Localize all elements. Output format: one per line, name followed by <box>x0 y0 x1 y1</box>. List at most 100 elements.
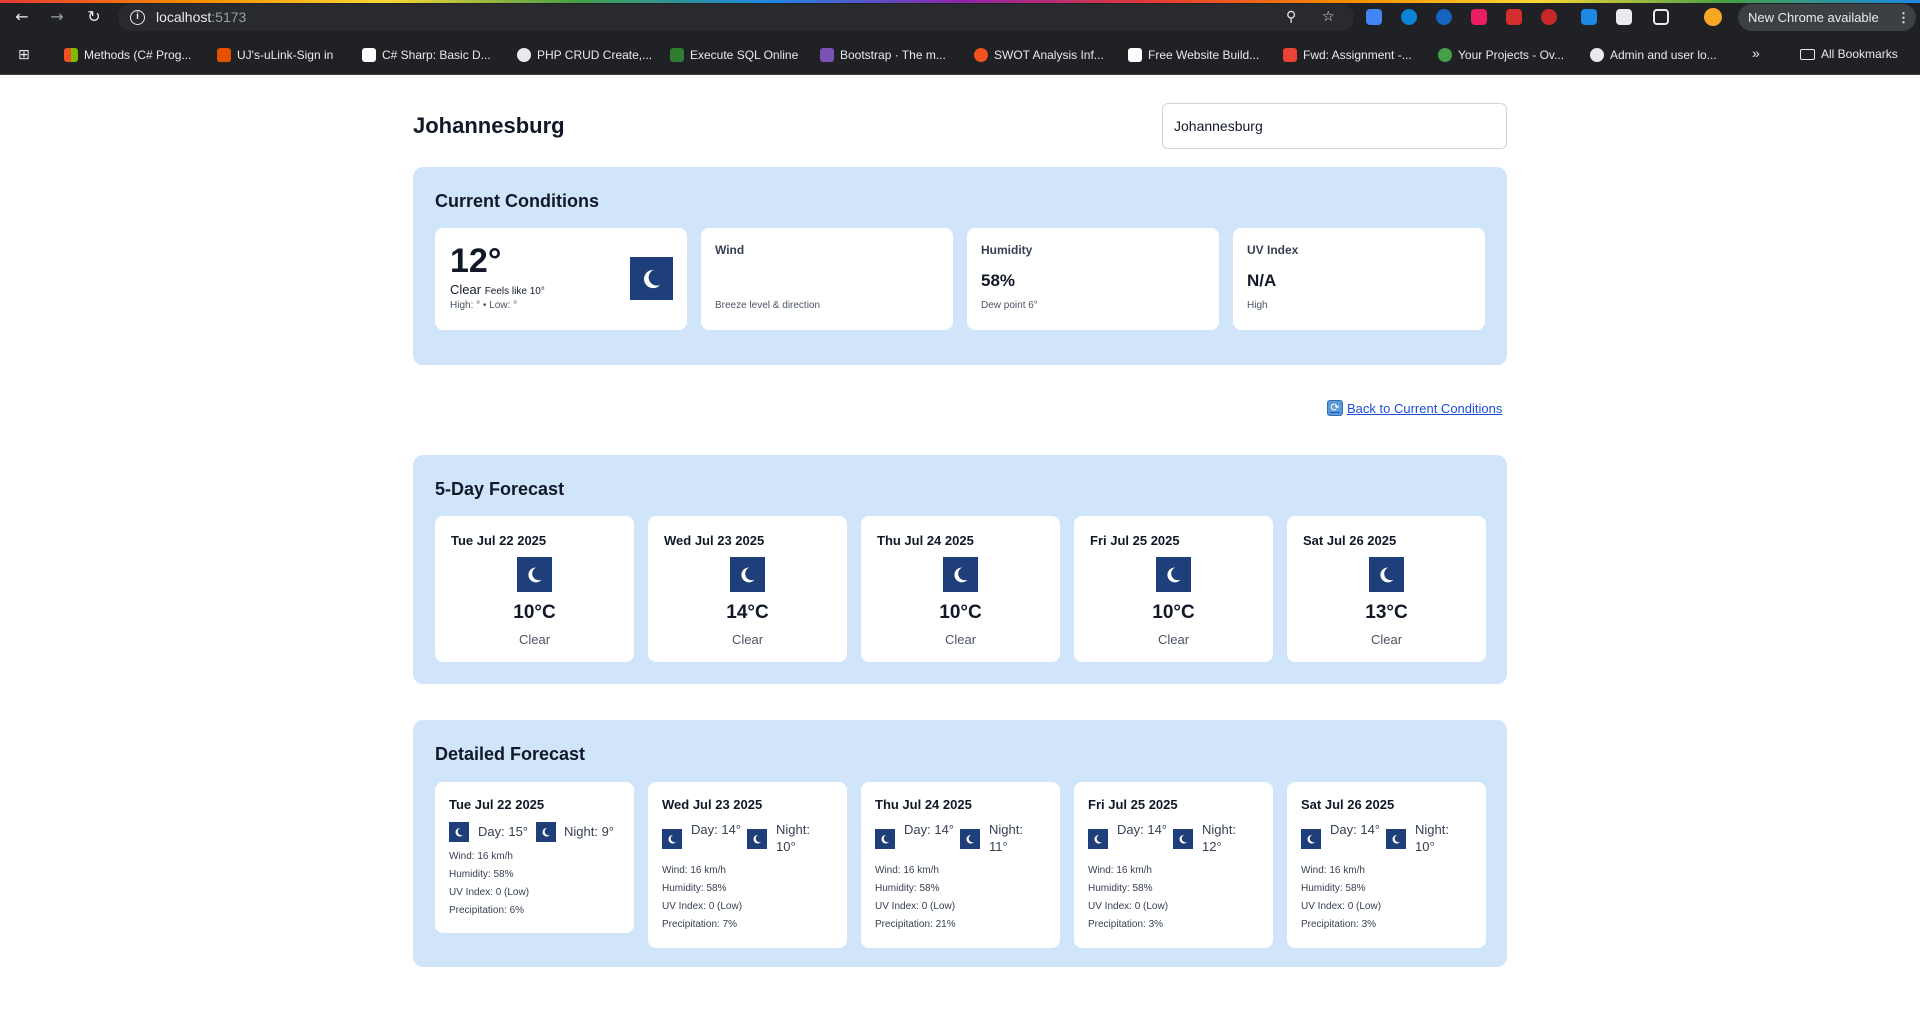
wind-text: Wind: 16 km/h <box>662 865 726 876</box>
precipitation-text: Precipitation: 21% <box>875 919 956 930</box>
humidity-label: Humidity <box>981 243 1033 257</box>
forecast-day-card: Sat Jul 26 2025 13°C Clear <box>1287 516 1486 662</box>
wind-subtext: Breeze level & direction <box>715 300 821 311</box>
forecast-day-card: Fri Jul 25 2025 10°C Clear <box>1074 516 1273 662</box>
forecast-date: Sat Jul 26 2025 <box>1303 533 1397 548</box>
bookmark-favicon-icon <box>1128 48 1142 62</box>
detailed-day-card: Fri Jul 25 2025 Day: 14° Night: 12° Wind… <box>1074 782 1273 948</box>
forecast-date: Fri Jul 25 2025 <box>1090 533 1180 548</box>
night-temperature: Night: 11° <box>989 822 1023 854</box>
new-chrome-available-button[interactable]: New Chrome available ⋮ <box>1738 4 1916 31</box>
current-conditions-title: Current Conditions <box>435 191 599 211</box>
day-temperature: Day: 14° <box>1117 822 1168 837</box>
feels-like-text: Feels like 10° <box>484 286 545 297</box>
day-temperature: Day: 14° <box>1330 822 1381 837</box>
night-temperature: Night: 10° <box>776 822 810 854</box>
bookmark-item[interactable]: Admin and user lo... <box>1590 47 1717 63</box>
back-to-current-conditions-link[interactable]: ⟳ Back to Current Conditions <box>1327 400 1502 416</box>
bookmark-item[interactable]: Execute SQL Online <box>670 47 798 63</box>
dew-point-text: Dew point 6° <box>981 300 1038 311</box>
moon-icon <box>1386 829 1406 849</box>
bookmark-item[interactable]: Free Website Build... <box>1128 47 1259 63</box>
wind-text: Wind: 16 km/h <box>449 851 513 862</box>
detailed-day-card: Tue Jul 22 2025 Day: 15° Night: 9° Wind:… <box>435 782 634 933</box>
current-temperature: 12° <box>450 242 502 280</box>
uv-index-text: UV Index: 0 (Low) <box>1088 901 1169 912</box>
all-bookmarks-button[interactable]: All Bookmarks <box>1800 47 1898 61</box>
extension-edge-icon[interactable] <box>1401 9 1417 25</box>
folder-icon <box>1800 48 1815 60</box>
forecast-date: Tue Jul 22 2025 <box>451 533 547 548</box>
reload-icon[interactable]: ↻ <box>84 7 104 27</box>
bookmark-item[interactable]: Methods (C# Prog... <box>64 47 191 63</box>
bookmark-item[interactable]: C# Sharp: Basic D... <box>362 47 491 63</box>
bookmark-item[interactable]: Fwd: Assignment -... <box>1283 47 1412 63</box>
extension-list-icon[interactable] <box>1616 9 1632 25</box>
humidity-card: Humidity 58% Dew point 6° <box>967 228 1219 330</box>
bookmark-favicon-icon <box>64 48 78 62</box>
five-day-forecast-title: 5-Day Forecast <box>435 479 565 499</box>
bookmark-favicon-icon <box>362 48 376 62</box>
city-search-input[interactable] <box>1162 103 1507 149</box>
current-temperature-card: 12° Clear Feels like 10° High: ° • Low: … <box>435 228 687 330</box>
address-url[interactable]: localhost:5173 <box>156 9 246 26</box>
bookmark-item[interactable]: UJ's-uLink-Sign in <box>217 47 333 63</box>
extension-calendar-icon[interactable] <box>1506 9 1522 25</box>
bookmark-item[interactable]: Bootstrap · The m... <box>820 47 946 63</box>
moon-icon <box>630 257 673 300</box>
day-temperature: Day: 15° <box>478 824 529 839</box>
back-arrow-icon[interactable]: ← <box>12 7 32 27</box>
menu-dots-icon[interactable]: ⋮ <box>1897 4 1910 31</box>
extension-docs-icon[interactable] <box>1366 9 1382 25</box>
current-conditions-panel: Current Conditions 12° Clear Feels like … <box>413 167 1507 365</box>
extension-sync-icon[interactable] <box>1581 9 1597 25</box>
extensions-puzzle-icon[interactable] <box>1653 9 1669 25</box>
bookmark-item[interactable]: SWOT Analysis Inf... <box>974 47 1104 63</box>
bookmark-item[interactable]: PHP CRUD Create,... <box>517 47 652 63</box>
night-temperature: Night: 12° <box>1202 822 1236 854</box>
bookmark-favicon-icon <box>1590 48 1604 62</box>
current-condition: Clear Feels like 10° <box>450 282 545 297</box>
humidity-value: 58% <box>981 271 1016 290</box>
five-day-forecast-panel: 5-Day Forecast Tue Jul 22 2025 10°C Clea… <box>413 455 1507 684</box>
bookmark-favicon-icon <box>974 48 988 62</box>
detailed-day-card: Thu Jul 24 2025 Day: 14° Night: 11° Wind… <box>861 782 1060 948</box>
wind-card: Wind Breeze level & direction <box>701 228 953 330</box>
extension-adblock-icon[interactable] <box>1541 9 1557 25</box>
apps-grid-icon[interactable]: ⊞ <box>18 47 34 63</box>
profile-avatar[interactable] <box>1704 8 1722 26</box>
bookmark-favicon-icon <box>1283 48 1297 62</box>
uv-index-value: N/A <box>1247 271 1277 290</box>
humidity-text: Humidity: 58% <box>875 883 940 894</box>
forecast-temperature: 10°C <box>939 602 982 623</box>
day-temperature: Day: 14° <box>904 822 955 837</box>
moon-icon <box>1301 829 1321 849</box>
bookmark-star-icon[interactable]: ☆ <box>1322 9 1335 26</box>
bookmark-favicon-icon <box>217 48 231 62</box>
bookmark-favicon-icon <box>670 48 684 62</box>
uv-index-text: UV Index: 0 (Low) <box>875 901 956 912</box>
forward-arrow-icon[interactable]: → <box>47 7 67 27</box>
forecast-day-card: Wed Jul 23 2025 14°C Clear <box>648 516 847 662</box>
forecast-condition: Clear <box>1370 632 1403 647</box>
moon-icon <box>449 822 469 842</box>
more-bookmarks-icon[interactable]: » <box>1752 45 1760 61</box>
site-info-icon[interactable]: i <box>130 10 145 25</box>
uv-index-label: UV Index <box>1247 243 1299 257</box>
back-link-text[interactable]: Back to Current Conditions <box>1347 401 1502 416</box>
precipitation-text: Precipitation: 6% <box>449 905 525 916</box>
bookmark-item[interactable]: Your Projects - Ov... <box>1438 47 1564 63</box>
detailed-day-card: Sat Jul 26 2025 Day: 14° Night: 10° Wind… <box>1287 782 1486 948</box>
extension-video-icon[interactable] <box>1471 9 1487 25</box>
humidity-text: Humidity: 58% <box>449 869 514 880</box>
uv-index-text: UV Index: 0 (Low) <box>1301 901 1382 912</box>
bookmark-favicon-icon <box>517 48 531 62</box>
forecast-temperature: 10°C <box>1152 602 1195 623</box>
moon-icon <box>1369 557 1404 592</box>
uv-index-text: UV Index: 0 (Low) <box>662 901 743 912</box>
zoom-icon[interactable]: ⚲ <box>1286 9 1296 26</box>
forecast-date: Wed Jul 23 2025 <box>664 533 765 548</box>
extension-bolt-icon[interactable] <box>1436 9 1452 25</box>
address-bar[interactable]: i localhost:5173 ⚲ ☆ <box>118 4 1354 31</box>
wind-label: Wind <box>715 243 745 257</box>
